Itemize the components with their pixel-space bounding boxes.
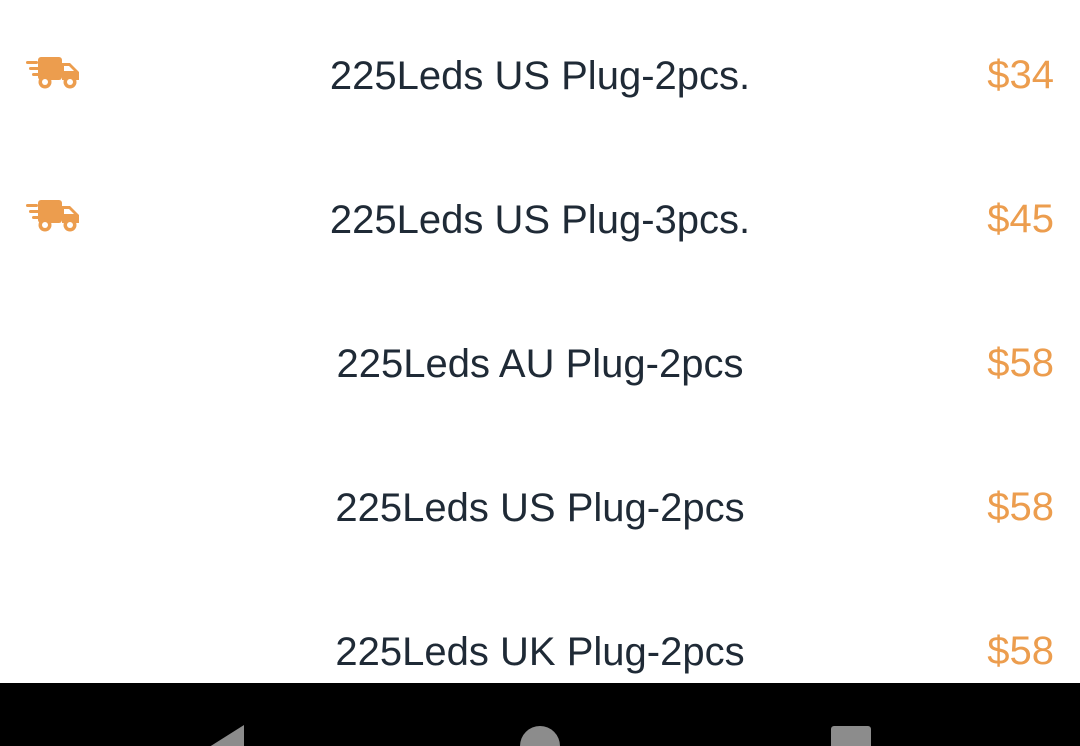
recents-icon[interactable]: [831, 726, 871, 746]
variant-price: $58: [987, 485, 1054, 529]
variant-row[interactable]: 225Leds AU Plug-2pcs $58: [0, 288, 1080, 432]
variant-row[interactable]: 225Leds US Plug-3pcs. $45: [0, 144, 1080, 288]
system-navigation-bar: [0, 683, 1080, 746]
variant-name: 225Leds UK Plug-2pcs: [335, 630, 745, 674]
delivery-truck-icon: [26, 199, 80, 233]
variant-price: $58: [987, 629, 1054, 673]
variant-price: $58: [987, 341, 1054, 385]
variant-row[interactable]: 225Leds US Plug-2pcs. $34: [0, 0, 1080, 144]
variant-price: $34: [987, 53, 1054, 97]
home-icon[interactable]: [520, 726, 560, 746]
variant-price: $45: [987, 197, 1054, 241]
variant-list: 225Leds US Plug-2pcs. $34 225Leds US Plu…: [0, 0, 1080, 683]
variant-row[interactable]: 225Leds UK Plug-2pcs $58: [0, 576, 1080, 683]
variant-name: 225Leds US Plug-3pcs.: [329, 198, 751, 242]
variant-row[interactable]: 225Leds US Plug-2pcs $58: [0, 432, 1080, 576]
back-icon[interactable]: [206, 725, 244, 746]
delivery-truck-icon: [26, 56, 80, 90]
variant-name: 225Leds US Plug-2pcs.: [329, 54, 751, 98]
variant-name: 225Leds US Plug-2pcs: [335, 486, 745, 530]
variant-name: 225Leds AU Plug-2pcs: [336, 342, 744, 386]
